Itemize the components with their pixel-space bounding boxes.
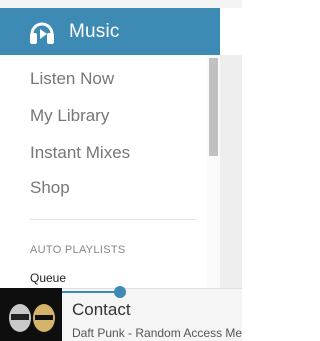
app-title: Music [69, 20, 120, 42]
album-art[interactable] [0, 288, 62, 341]
content-pane [220, 55, 242, 288]
progress-knob[interactable] [113, 286, 126, 298]
progress-bar[interactable] [62, 291, 120, 293]
nav-divider [30, 219, 196, 220]
app-header: Music [0, 8, 220, 55]
nav-item-instant-mixes[interactable]: Instant Mixes [30, 143, 130, 163]
headphones-icon[interactable] [27, 17, 57, 47]
section-heading-auto-playlists: AUTO PLAYLISTS [30, 244, 126, 256]
top-strip [0, 0, 242, 8]
nav-item-shop[interactable]: Shop [30, 178, 70, 198]
scrollbar-thumb[interactable] [209, 58, 218, 156]
track-title: Contact [72, 300, 131, 319]
music-app: Music Listen Now My Library Instant Mixe… [0, 0, 242, 341]
nav-item-listen-now[interactable]: Listen Now [30, 69, 114, 89]
track-artist: Daft Punk - Random Access Memories [72, 326, 242, 340]
nav-item-my-library[interactable]: My Library [30, 106, 109, 126]
playlist-item-queue[interactable]: Queue [30, 271, 66, 285]
